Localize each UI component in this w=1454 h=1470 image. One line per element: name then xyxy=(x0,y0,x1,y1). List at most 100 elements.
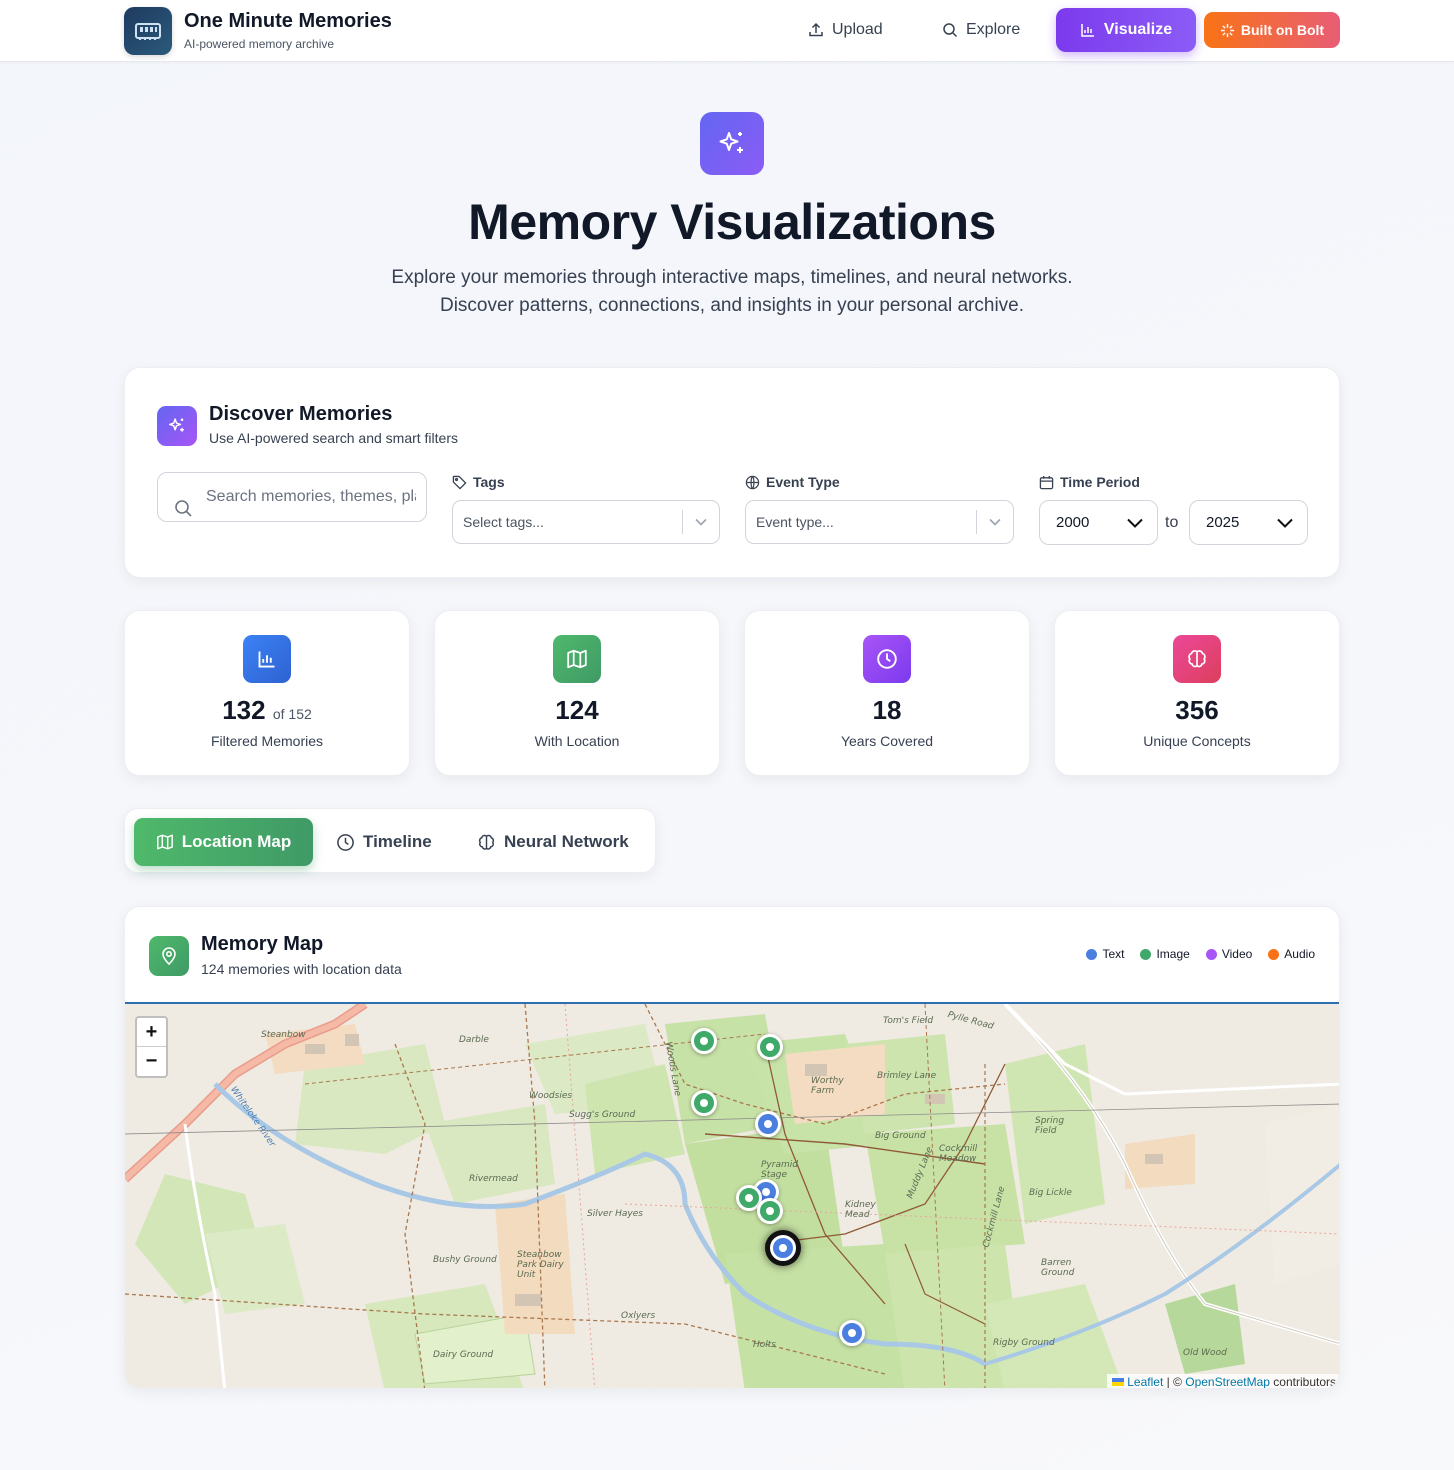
stat-icon-badge xyxy=(243,635,291,683)
chevron-down-icon[interactable] xyxy=(977,518,1013,526)
hero-sparkles-badge xyxy=(700,112,764,175)
sparkles-icon xyxy=(719,131,743,153)
page-description: Explore your memories through interactiv… xyxy=(0,264,1454,320)
attribution-contrib: contributors xyxy=(1269,1375,1336,1389)
legend-dot xyxy=(1140,948,1152,960)
sparkles-icon xyxy=(169,418,184,432)
place-label: Pyramid Stage xyxy=(761,1160,798,1180)
stat-with-location: 124 With Location xyxy=(434,610,720,776)
memory-search-input[interactable] xyxy=(206,488,416,506)
nav-upload-label: Upload xyxy=(832,21,883,38)
map-tiles[interactable] xyxy=(125,1004,1340,1389)
legend-label: Text xyxy=(1102,947,1125,961)
map-legend: Text Image Video Audio xyxy=(1086,947,1315,961)
tab-timeline-label: Timeline xyxy=(363,832,432,851)
discover-title: Discover Memories xyxy=(209,403,393,425)
stat-value: 18 xyxy=(872,695,902,725)
place-label: Old Wood xyxy=(1183,1348,1227,1358)
year-to-select[interactable]: 2025 xyxy=(1189,500,1308,545)
stat-unique-concepts: 356 Unique Concepts xyxy=(1054,610,1340,776)
legend-label: Image xyxy=(1156,947,1190,961)
stat-icon-badge xyxy=(1173,635,1221,683)
legend-dot xyxy=(1268,948,1280,960)
nav-visualize-label: Visualize xyxy=(1103,21,1173,38)
legend-dot xyxy=(1205,948,1217,960)
tab-location-map-label: Location Map xyxy=(181,832,292,851)
page-title: Memory Visualizations xyxy=(468,194,996,250)
bar-chart-icon xyxy=(258,651,275,668)
place-label: Silver Hayes xyxy=(587,1209,643,1219)
app-logo[interactable] xyxy=(124,7,172,55)
sparkle-icon xyxy=(1220,23,1234,37)
year-from-select[interactable]: 2000 xyxy=(1039,500,1158,545)
map-icon xyxy=(156,834,173,850)
tab-location-map[interactable]: Location Map xyxy=(134,818,313,866)
discover-badge xyxy=(157,406,197,446)
tab-neural-network[interactable]: Neural Network xyxy=(477,818,629,866)
page-description-line-2: Discover patterns, connections, and insi… xyxy=(439,295,1025,316)
map-viewport[interactable]: Steanbow Darble Woodsies Sugg's Ground W… xyxy=(125,1002,1340,1389)
event-type-placeholder: Event type... xyxy=(756,514,834,530)
stat-icon-badge xyxy=(553,635,601,683)
calendar-icon xyxy=(1039,475,1054,489)
tags-select-placeholder: Select tags... xyxy=(463,514,544,530)
search-icon xyxy=(943,23,958,38)
app-title[interactable]: One Minute Memories xyxy=(184,10,392,33)
map-marker-image[interactable] xyxy=(757,1034,783,1060)
brain-icon xyxy=(1188,650,1206,668)
nav-visualize-button[interactable]: Visualize xyxy=(1056,8,1196,52)
search-icon xyxy=(175,500,192,517)
map-panel-badge xyxy=(149,936,189,976)
tags-label: Tags xyxy=(452,474,505,490)
place-label: Dairy Ground xyxy=(433,1350,494,1360)
zoom-out-button[interactable]: − xyxy=(137,1047,166,1076)
tags-select[interactable]: Select tags... xyxy=(452,500,720,544)
map-marker-text[interactable] xyxy=(839,1320,865,1346)
tag-icon xyxy=(452,475,467,490)
map-marker-image[interactable] xyxy=(691,1028,717,1054)
map-marker-image[interactable] xyxy=(757,1198,783,1224)
chevron-down-icon xyxy=(1277,518,1293,528)
memory-search-box[interactable] xyxy=(157,472,427,522)
map-marker-text-selected[interactable] xyxy=(770,1235,796,1261)
page-description-line-1: Explore your memories through interactiv… xyxy=(391,267,1073,288)
place-label: Rivermead xyxy=(469,1174,518,1184)
legend-label: Video xyxy=(1221,947,1253,961)
attribution-sep: | © xyxy=(1163,1375,1186,1389)
place-label: Brimley Lane xyxy=(877,1071,937,1081)
nav-explore-button[interactable]: Explore xyxy=(942,8,1020,52)
osm-link[interactable]: OpenStreetMap xyxy=(1185,1375,1270,1388)
stat-filtered-memories: 132 of 152 Filtered Memories xyxy=(124,610,410,776)
map-marker-image[interactable] xyxy=(691,1090,717,1116)
place-label: Darble xyxy=(459,1035,489,1045)
event-type-select[interactable]: Event type... xyxy=(745,500,1014,544)
map-attribution: Leaflet | © OpenStreetMap contributors xyxy=(1106,1374,1339,1389)
stat-value: 124 xyxy=(555,695,599,725)
place-label: Worthy Farm xyxy=(811,1076,844,1096)
place-label: Spring Field xyxy=(1035,1116,1065,1136)
globe-icon xyxy=(745,475,760,489)
place-label: Barren Ground xyxy=(1041,1258,1075,1278)
event-type-label: Event Type xyxy=(745,474,840,490)
stat-icon-badge xyxy=(863,635,911,683)
legend-item-video: Video xyxy=(1205,947,1253,961)
zoom-in-button[interactable]: + xyxy=(137,1018,166,1047)
year-range-separator: to xyxy=(1165,514,1179,531)
place-label: Big Lickle xyxy=(1029,1188,1072,1198)
stat-years-covered: 18 Years Covered xyxy=(744,610,1030,776)
brain-icon xyxy=(478,834,495,850)
built-on-bolt-label: Built on Bolt xyxy=(1240,22,1325,38)
tab-timeline[interactable]: Timeline xyxy=(336,818,432,866)
chevron-down-icon[interactable] xyxy=(683,518,719,526)
stat-value: 356 xyxy=(1175,695,1219,725)
map-subtitle: 124 memories with location data xyxy=(201,961,402,977)
stat-label: With Location xyxy=(534,733,620,749)
place-label: Woodsies xyxy=(529,1091,573,1101)
legend-label: Audio xyxy=(1284,947,1315,961)
built-on-bolt-button[interactable]: Built on Bolt xyxy=(1204,12,1340,48)
place-label: Holts xyxy=(753,1340,776,1350)
map-marker-text[interactable] xyxy=(755,1111,781,1137)
memory-map-panel: Memory Map 124 memories with location da… xyxy=(124,906,1340,1389)
leaflet-link[interactable]: Leaflet xyxy=(1127,1375,1163,1388)
nav-upload-button[interactable]: Upload xyxy=(808,8,883,52)
